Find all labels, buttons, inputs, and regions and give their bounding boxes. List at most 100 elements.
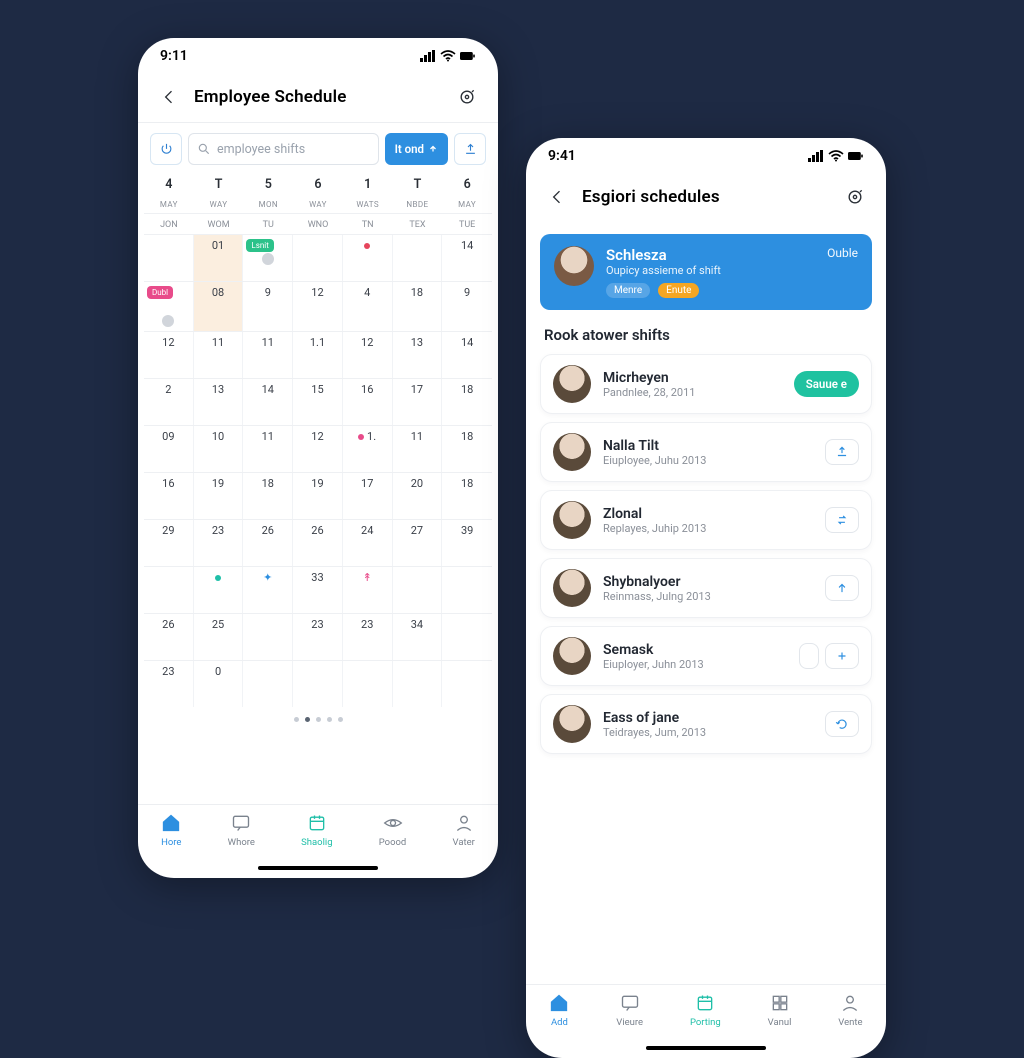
filter-button[interactable]: It ond [385,133,448,165]
nav-home[interactable]: Hore [161,813,181,848]
calendar-cell[interactable]: 15 [293,379,343,425]
calendar-cell[interactable] [343,661,393,707]
calendar-cell[interactable] [442,661,492,707]
promote-button[interactable] [825,575,859,601]
search-input[interactable]: employee shifts [188,133,379,165]
calendar-cell[interactable] [343,235,393,281]
calendar-cell[interactable]: 33 [293,567,343,613]
calendar-cell[interactable]: ↟ [343,567,393,613]
calendar-cell[interactable]: 12 [343,332,393,378]
calendar-cell[interactable]: 12 [293,282,343,331]
calendar-cell[interactable] [442,614,492,660]
calendar-cell[interactable] [243,614,293,660]
calendar-cell[interactable]: 18 [393,282,443,331]
calendar-cell[interactable]: 18 [243,473,293,519]
refresh-button[interactable] [825,711,859,737]
featured-employee-card[interactable]: Schlesza Oupicy assieme of shift Menre E… [540,234,872,310]
calendar-cell[interactable]: 25 [194,614,244,660]
calendar-cell[interactable]: 18 [442,379,492,425]
share-button[interactable] [825,439,859,465]
export-button[interactable] [454,133,486,165]
calendar-cell[interactable]: ✦ [243,567,293,613]
employee-row[interactable]: Shybnalyoer Reinmass, Julng 2013 [540,558,872,618]
calendar-cell[interactable] [393,235,443,281]
nav-schedule[interactable]: Porting [690,993,721,1028]
calendar-cell[interactable]: 23 [144,661,194,707]
calendar-cell[interactable]: 08 [194,282,244,331]
calendar-cell[interactable]: 12 [144,332,194,378]
back-button[interactable] [156,84,182,110]
employee-row[interactable]: Micrheyen Pandnlee, 28, 2011 Sauue e [540,354,872,414]
featured-action[interactable]: Ouble [827,246,858,260]
calendar-cell[interactable]: 9 [243,282,293,331]
calendar-cell[interactable] [144,567,194,613]
calendar-cell[interactable]: 1.1 [293,332,343,378]
calendar-cell[interactable]: 9 [442,282,492,331]
nav-where[interactable]: Vieure [616,993,643,1028]
calendar-cell[interactable]: 1. [343,426,393,472]
calendar-cell[interactable]: 23 [194,520,244,566]
calendar-cell[interactable] [393,661,443,707]
day-col[interactable]: TWAY [194,173,244,213]
nav-user[interactable]: Vater [453,813,475,848]
calendar-cell[interactable]: 14 [442,332,492,378]
calendar-cell[interactable]: 18 [442,473,492,519]
calendar-cell[interactable]: 19 [194,473,244,519]
calendar-cell[interactable]: 0 [194,661,244,707]
calendar-cell[interactable] [293,661,343,707]
employee-row[interactable]: Nalla Tilt Eiuployee, Juhu 2013 [540,422,872,482]
calendar-cell[interactable]: 23 [343,614,393,660]
employee-row[interactable]: Eass of jane Teidrayes, Jum, 2013 [540,694,872,754]
back-button[interactable] [544,184,570,210]
calendar-cell[interactable]: 01 [194,235,244,281]
calendar-cell[interactable] [442,567,492,613]
calendar-cell[interactable]: 18 [442,426,492,472]
calendar-cell[interactable]: 34 [393,614,443,660]
calendar-cell[interactable]: 14 [442,235,492,281]
day-col[interactable]: 4MAY [144,173,194,213]
employee-row[interactable]: Semask Eiuployer, Juhn 2013 [540,626,872,686]
calendar-cell[interactable]: 11 [243,332,293,378]
calendar-cell[interactable] [144,235,194,281]
calendar-cell[interactable]: 17 [393,379,443,425]
day-col[interactable]: 6WAY [293,173,343,213]
more-button[interactable] [799,643,819,669]
day-col[interactable]: TNBDE [393,173,443,213]
calendar-cell[interactable] [194,567,244,613]
day-col[interactable]: 6MAY [442,173,492,213]
calendar-cell[interactable]: 19 [293,473,343,519]
calendar-cell[interactable]: 20 [393,473,443,519]
calendar-cell[interactable]: 23 [293,614,343,660]
shift-badge[interactable]: Dubl [147,286,173,299]
assign-button[interactable]: Sauue e [794,371,859,397]
calendar-cell[interactable]: 26 [293,520,343,566]
swap-button[interactable] [825,507,859,533]
calendar-cell[interactable]: 11 [243,426,293,472]
calendar-cell[interactable]: 11 [393,426,443,472]
add-button[interactable] [825,643,859,669]
calendar-cell[interactable]: Lsnit [243,235,293,281]
calendar-cell[interactable]: 09 [144,426,194,472]
day-col[interactable]: 5MON [243,173,293,213]
calendar-cell[interactable]: 16 [343,379,393,425]
calendar-cell[interactable]: 13 [393,332,443,378]
nav-feed[interactable]: Vanul [768,993,792,1028]
nav-schedule[interactable]: Shaolig [301,813,332,848]
calendar-cell[interactable]: 39 [442,520,492,566]
calendar-cell[interactable] [243,661,293,707]
calendar-cell[interactable]: 14 [243,379,293,425]
calendar-cell[interactable]: 24 [343,520,393,566]
calendar-cell[interactable]: 13 [194,379,244,425]
home-indicator[interactable] [258,866,378,870]
calendar-cell[interactable]: 2 [144,379,194,425]
calendar-cell[interactable] [393,567,443,613]
nav-feed[interactable]: Poood [379,813,407,848]
shift-badge[interactable]: Lsnit [246,239,273,252]
calendar-cell[interactable]: 26 [144,614,194,660]
power-button[interactable] [150,133,182,165]
calendar-cell[interactable]: 26 [243,520,293,566]
calendar-cell[interactable]: 10 [194,426,244,472]
settings-button[interactable] [454,84,480,110]
nav-where[interactable]: Whore [228,813,255,848]
calendar-cell[interactable]: 17 [343,473,393,519]
